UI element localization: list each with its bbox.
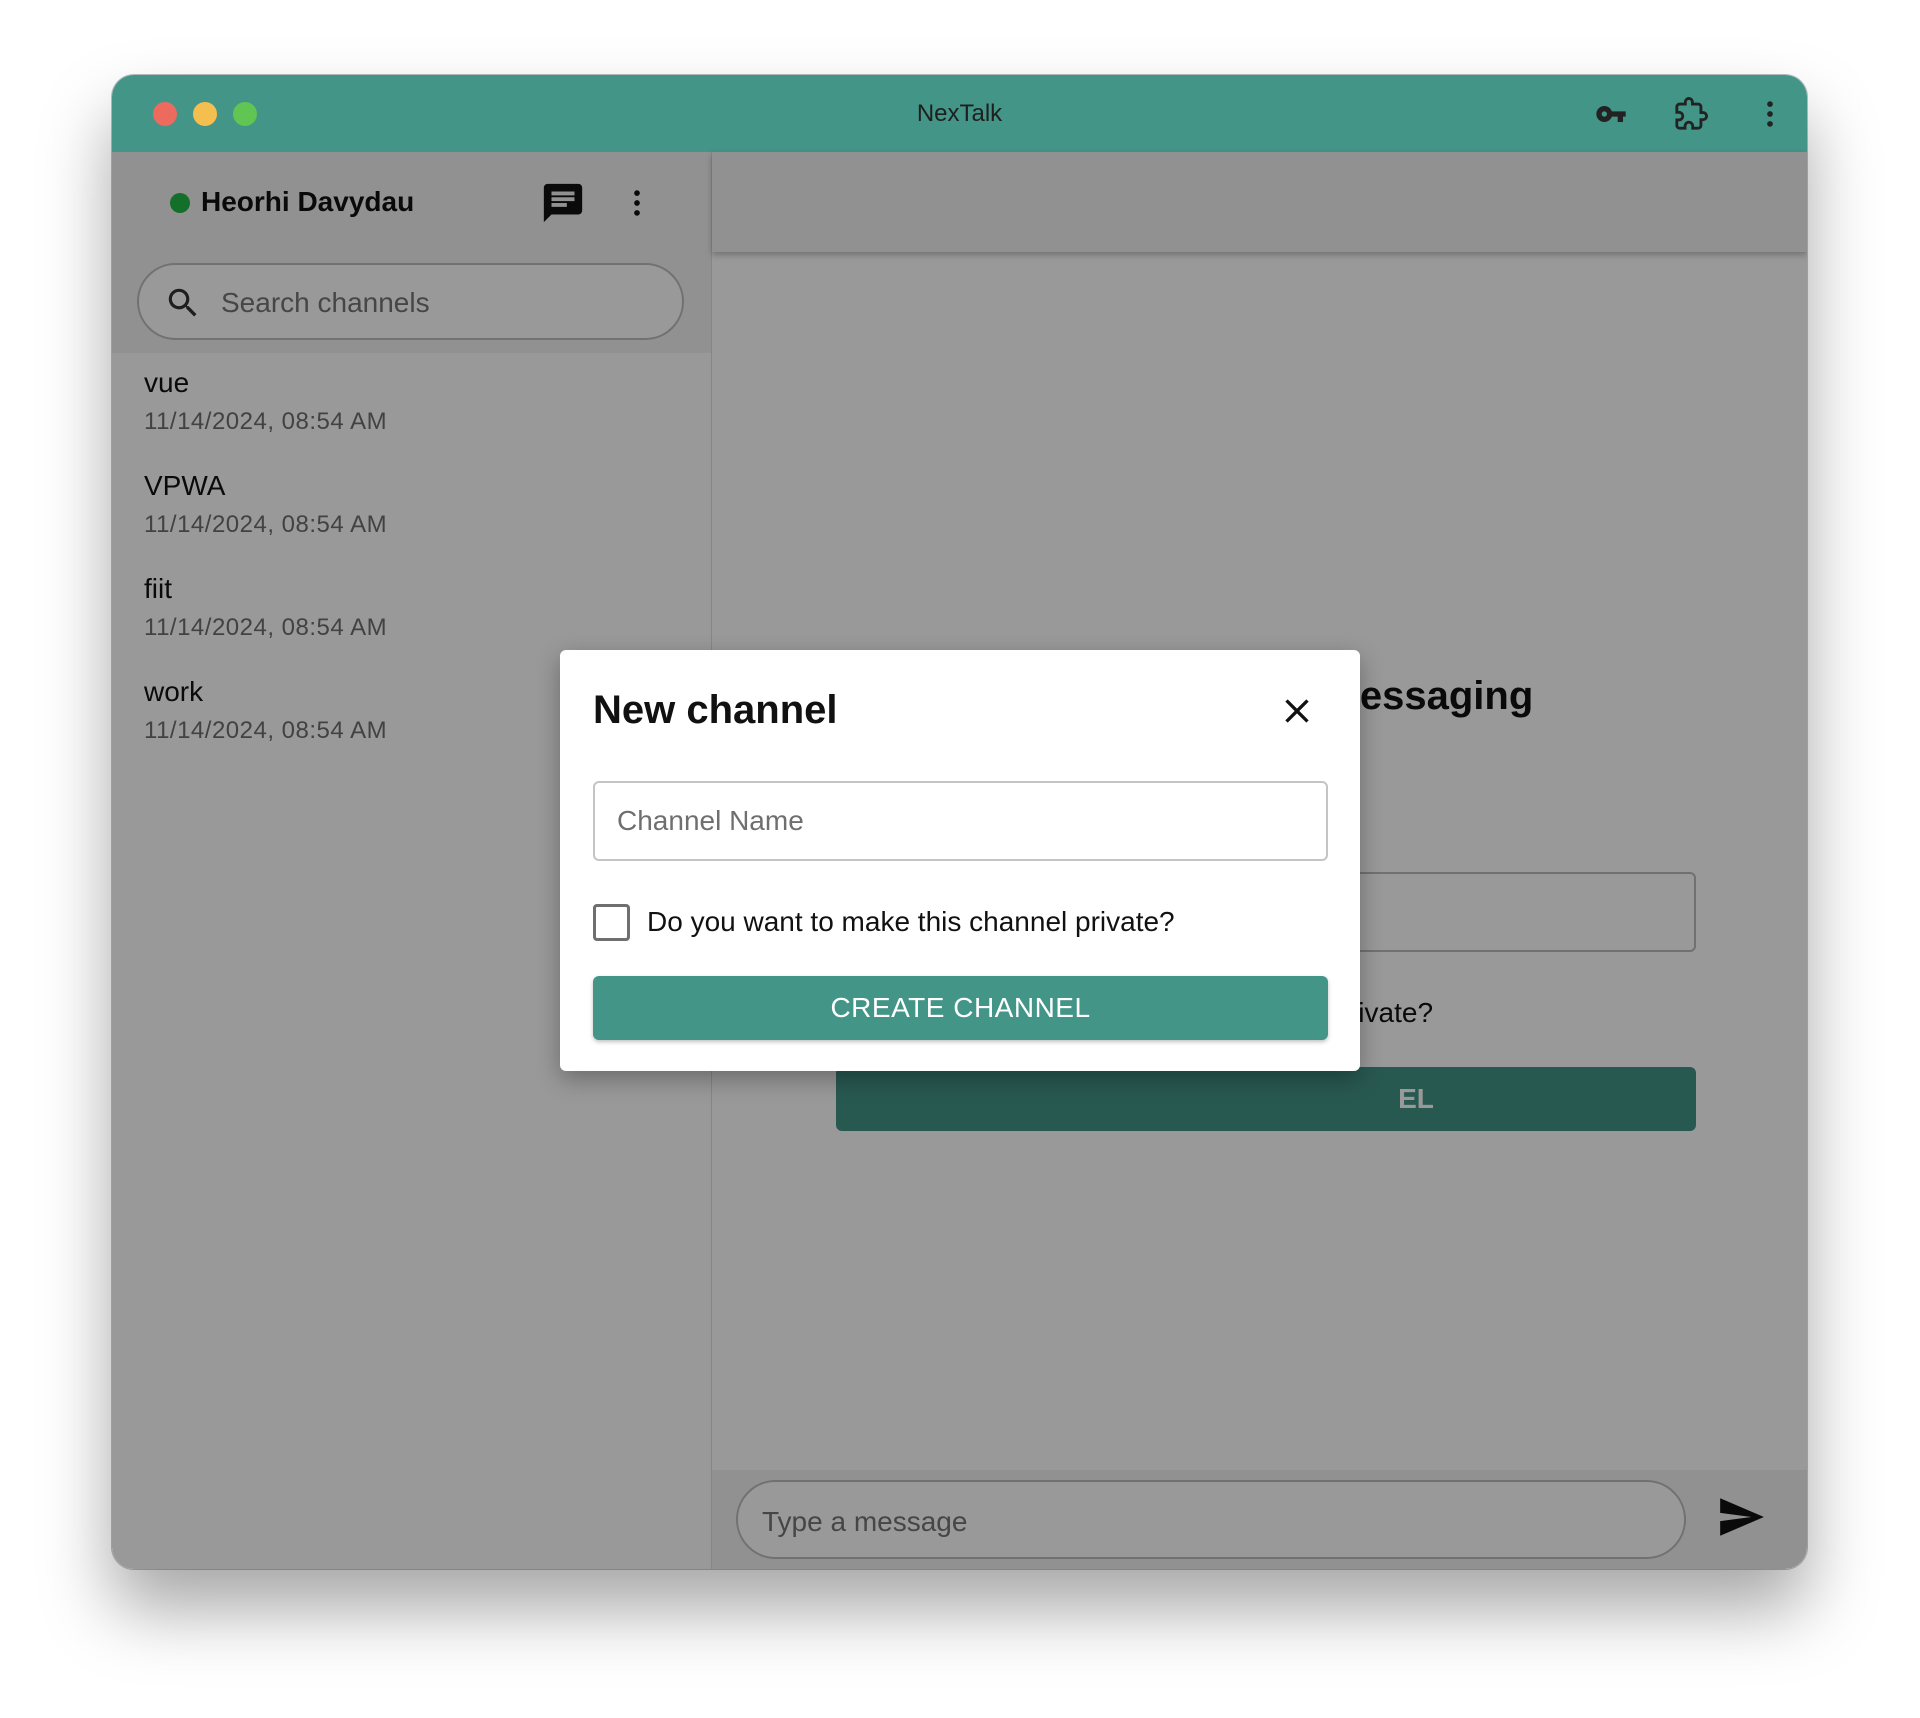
dialog-title: New channel [593, 688, 838, 732]
channel-name-placeholder: Channel Name [617, 805, 804, 836]
new-channel-dialog: New channel Channel Name Do you want to … [560, 650, 1360, 1071]
create-channel-button[interactable]: CREATE CHANNEL [593, 976, 1328, 1040]
more-vert-icon[interactable] [1753, 97, 1787, 131]
private-channel-checkbox[interactable] [593, 904, 630, 941]
key-icon[interactable] [1594, 97, 1628, 131]
close-icon[interactable] [1273, 687, 1321, 735]
title-bar: NexTalk [112, 75, 1807, 152]
window-title: NexTalk [916, 100, 1003, 127]
private-channel-label[interactable]: Do you want to make this channel private… [647, 906, 1175, 938]
extension-icon[interactable] [1674, 97, 1708, 131]
channel-name-field[interactable]: Channel Name [593, 781, 1328, 861]
